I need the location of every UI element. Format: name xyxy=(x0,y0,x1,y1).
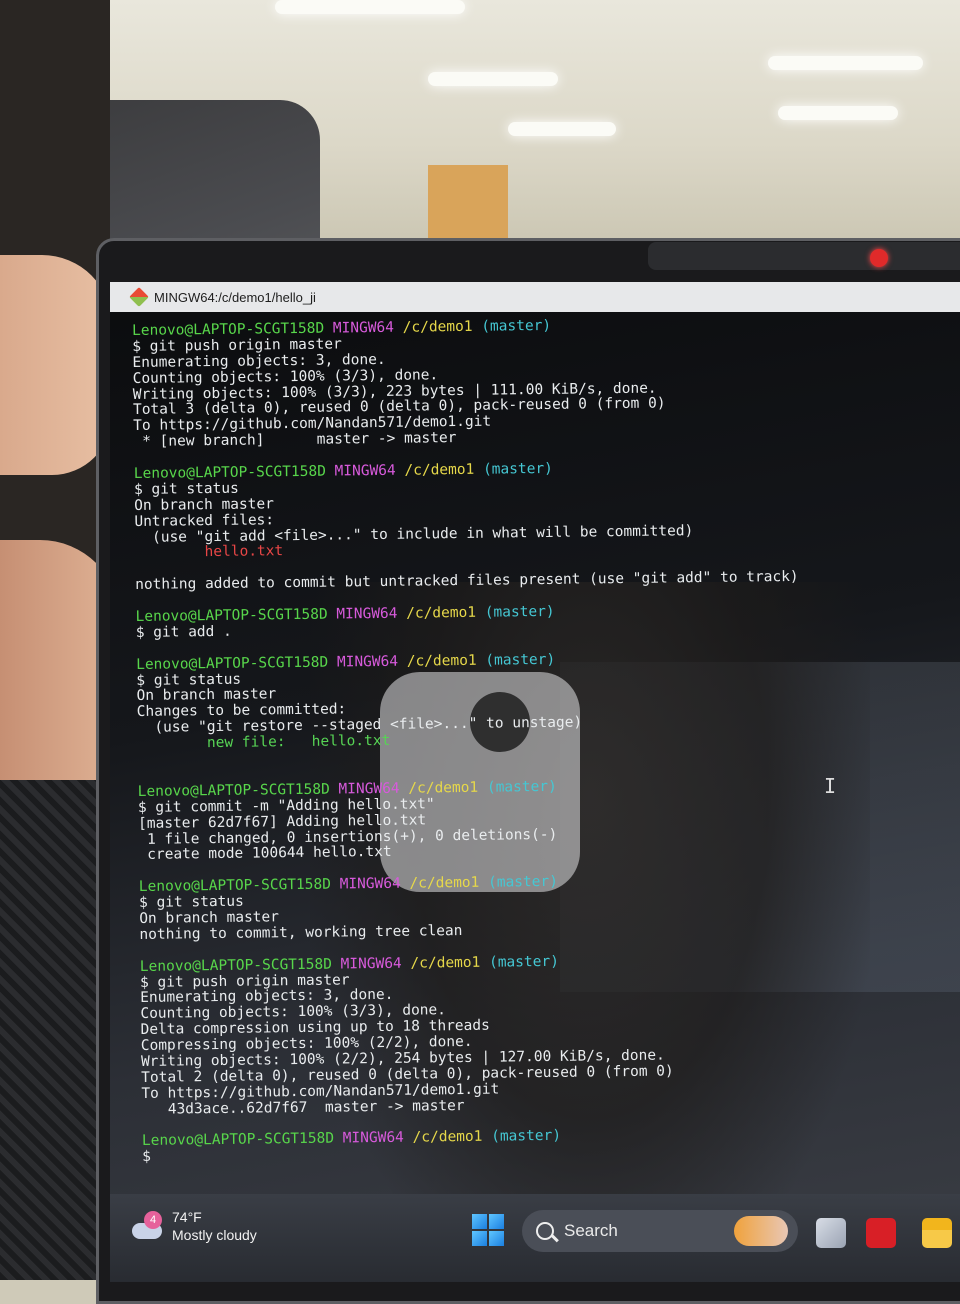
terminal-text: (master) xyxy=(484,603,555,621)
terminal-text: Lenovo@LAPTOP-SCGT158D xyxy=(133,463,326,483)
terminal-text: /c/demo1 xyxy=(408,779,479,797)
terminal-text: /c/demo1 xyxy=(406,652,477,670)
terminal-text: /c/demo1 xyxy=(410,954,481,972)
terminal-text: $ git add . xyxy=(135,623,232,641)
terminal-text: (master) xyxy=(487,874,559,891)
terminal-text: MINGW64 xyxy=(340,955,402,973)
terminal-text: $ git status xyxy=(138,893,244,912)
terminal-text: $ git status xyxy=(133,480,239,498)
terminal-text: On branch master xyxy=(136,686,277,705)
terminal-text: Lenovo@LAPTOP-SCGT158D xyxy=(141,1131,335,1150)
ceiling-light xyxy=(428,72,558,86)
terminal-text: On branch master xyxy=(134,496,274,514)
terminal-text: 43d3ace..62d7f67 master -> master xyxy=(141,1097,465,1118)
mcafee-icon[interactable] xyxy=(866,1218,896,1248)
terminal-text: MINGW64 xyxy=(342,1130,404,1147)
terminal-text: $ git status xyxy=(136,671,242,689)
git-bash-icon xyxy=(129,287,149,307)
ceiling-light xyxy=(768,56,923,70)
search-highlight-art xyxy=(734,1216,788,1246)
window-title: MINGW64:/c/demo1/hello_ji xyxy=(154,289,316,305)
ceiling-light xyxy=(275,0,465,14)
terminal-text: On branch master xyxy=(139,909,280,927)
ceiling-light xyxy=(508,122,616,136)
notification-badge: 4 xyxy=(144,1211,162,1229)
terminal-text: * [new branch] master -> master xyxy=(133,430,457,451)
terminal-text: new file: hello.txt xyxy=(206,733,391,752)
terminal-text: (master) xyxy=(486,778,557,796)
weather-widget[interactable]: 4 74°F Mostly cloudy xyxy=(130,1208,257,1244)
file-explorer-icon[interactable] xyxy=(922,1218,952,1248)
windows-start-icon[interactable] xyxy=(472,1214,504,1246)
terminal-text: (master) xyxy=(481,317,552,335)
taskbar-search[interactable]: Search xyxy=(522,1210,798,1252)
terminal-text: /c/demo1 xyxy=(412,1129,483,1147)
terminal-titlebar[interactable]: MINGW64:/c/demo1/hello_ji xyxy=(110,282,960,312)
weather-condition: Mostly cloudy xyxy=(172,1227,257,1243)
search-icon xyxy=(536,1222,554,1240)
terminal-text: hello.txt xyxy=(204,543,284,561)
webcam-bar xyxy=(648,242,960,270)
terminal-text: Lenovo@LAPTOP-SCGT158D xyxy=(136,654,329,673)
task-view-icon[interactable] xyxy=(816,1218,846,1248)
terminal-text: MINGW64 xyxy=(336,653,399,671)
terminal-output[interactable]: Lenovo@LAPTOP-SCGT158D MINGW64 /c/demo1 … xyxy=(132,314,960,1166)
terminal-text: Lenovo@LAPTOP-SCGT158D xyxy=(135,606,328,626)
terminal-text: /c/demo1 xyxy=(402,318,473,336)
terminal-text: (master) xyxy=(485,651,556,669)
terminal-text: MINGW64 xyxy=(336,605,398,623)
webcam-indicator xyxy=(870,249,888,267)
text-cursor-icon: I xyxy=(824,774,837,798)
cloud-icon: 4 xyxy=(130,1211,164,1241)
terminal-text: Lenovo@LAPTOP-SCGT158D xyxy=(138,876,332,896)
windows-taskbar: 4 74°F Mostly cloudy Search xyxy=(110,1194,960,1282)
terminal-text: (master) xyxy=(488,953,559,971)
terminal-text: /c/demo1 xyxy=(404,461,475,479)
terminal-text: MINGW64 xyxy=(339,875,401,893)
terminal-text: MINGW64 xyxy=(338,780,400,798)
terminal-text: /c/demo1 xyxy=(406,604,477,622)
weather-temperature: 74°F xyxy=(172,1209,202,1225)
terminal-text: /c/demo1 xyxy=(409,874,480,892)
laptop-screen: MINGW64:/c/demo1/hello_ji Lenovo@LAPTOP-… xyxy=(110,282,960,1282)
terminal-text: MINGW64 xyxy=(334,462,396,480)
terminal-text: MINGW64 xyxy=(332,319,395,337)
search-label: Search xyxy=(564,1221,618,1240)
terminal-text: (master) xyxy=(482,460,553,478)
mesh-bag xyxy=(0,780,100,1280)
ceiling-light xyxy=(778,106,898,120)
terminal-text: nothing to commit, working tree clean xyxy=(139,922,463,943)
terminal-text: $ xyxy=(142,1149,152,1166)
terminal-text: Untracked files: xyxy=(134,511,275,530)
terminal-text: (master) xyxy=(491,1128,562,1146)
terminal-text: create mode 100644 hello.txt xyxy=(138,844,392,864)
